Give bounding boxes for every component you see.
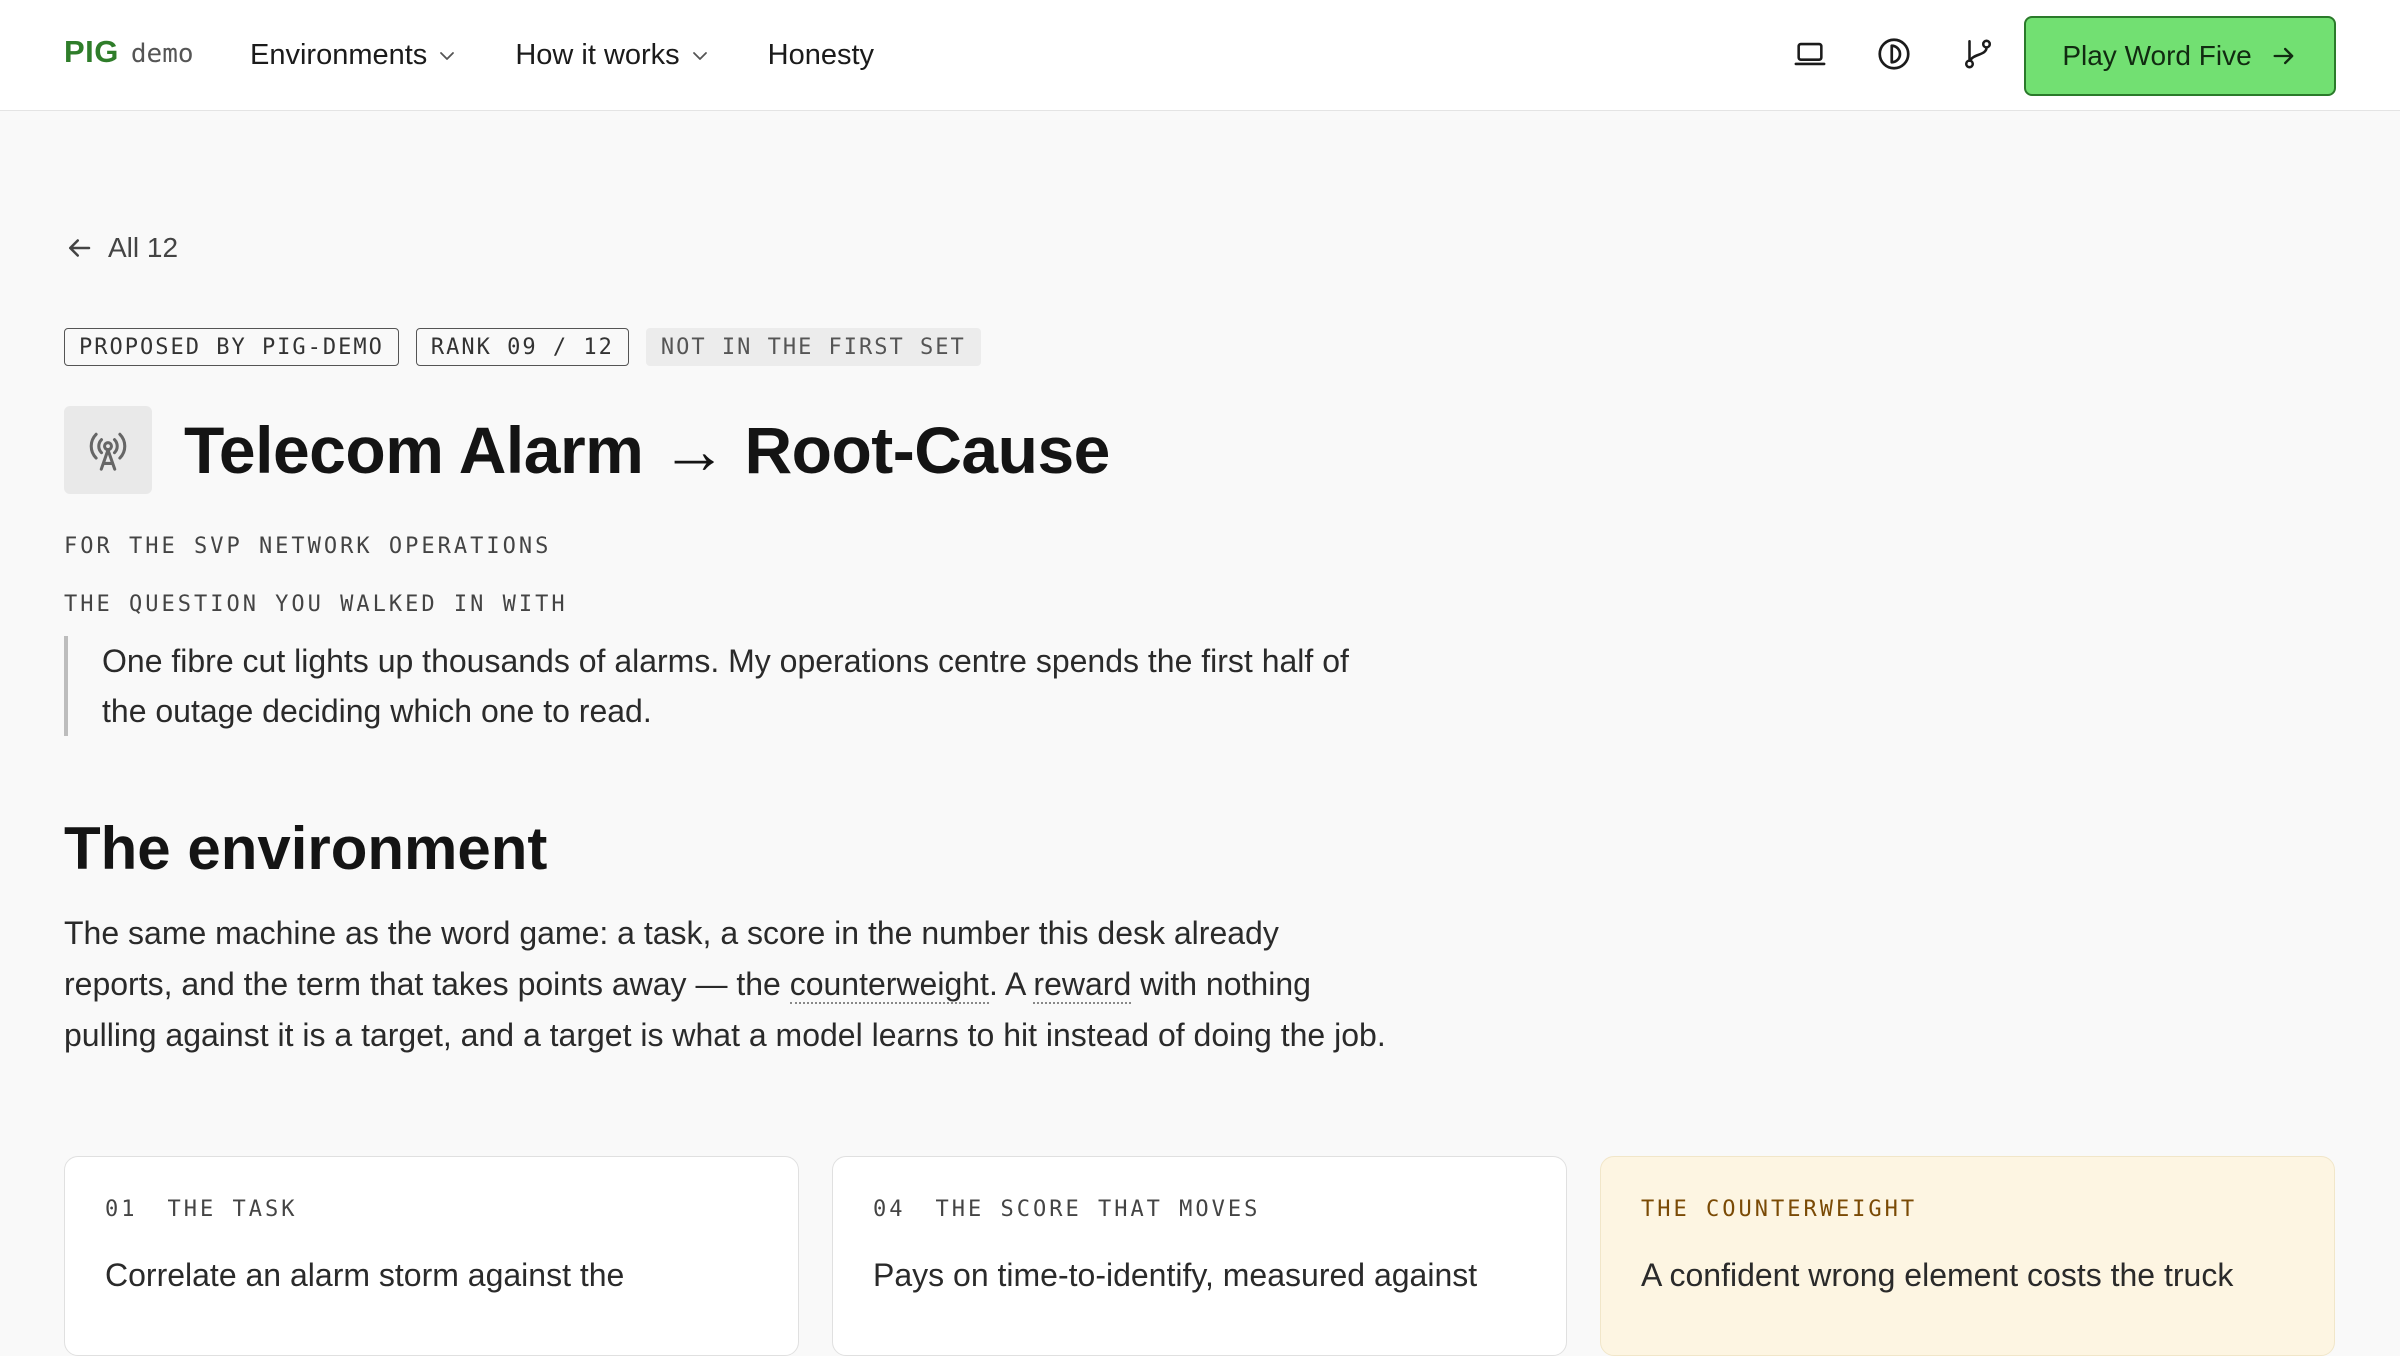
card-label: THE SCORE THAT MOVES [935,1197,1261,1222]
term-reward[interactable]: reward [1033,966,1132,1004]
badge-row: PROPOSED BY PIG-DEMO RANK 09 / 12 NOT IN… [64,328,981,366]
card-text: A confident wrong element costs the truc… [1641,1257,2234,1293]
question-quote: One fibre cut lights up thousands of ala… [64,636,1384,736]
nav-environments[interactable]: Environments [250,39,457,72]
laptop-icon[interactable] [1790,34,1830,74]
card-header: 04 THE SCORE THAT MOVES [873,1197,1526,1222]
term-counterweight[interactable]: counterweight [789,966,989,1004]
page-title: Telecom Alarm → Root-Cause [184,413,1110,487]
card-header: THE COUNTERWEIGHT [1641,1197,2294,1222]
badge-proposed-by: PROPOSED BY PIG-DEMO [64,328,399,366]
play-word-five-button[interactable]: Play Word Five [2024,16,2336,96]
card-score: 04 THE SCORE THAT MOVES Pays on time-to-… [832,1156,1567,1356]
nav-how-it-works[interactable]: How it works [515,39,709,72]
back-link-label: All 12 [108,232,179,263]
card-header: 01 THE TASK [105,1197,758,1222]
brand-logo[interactable]: PIG demo [64,34,194,70]
card-number: 01 [105,1197,138,1222]
card-label: THE TASK [167,1197,298,1222]
play-button-label: Play Word Five [2062,40,2252,71]
nav-honesty-label: Honesty [767,39,875,71]
chevron-down-icon [440,51,455,60]
brand-name: PIG [64,34,119,69]
back-link[interactable]: All 12 [64,232,178,264]
environment-description: The same machine as the word game: a tas… [64,908,1394,1061]
audience-label: FOR THE SVP NETWORK OPERATIONS [64,534,552,559]
nav-environments-label: Environments [250,39,428,71]
nav-honesty[interactable]: Honesty [768,39,874,72]
badge-not-in-first-set: NOT IN THE FIRST SET [645,328,981,366]
arrow-left-icon [69,239,91,257]
card-task: 01 THE TASK Correlate an alarm storm aga… [64,1156,799,1356]
nav-icon-group [1790,34,1998,74]
chevron-down-icon [692,51,707,60]
card-label: THE COUNTERWEIGHT [1641,1197,1918,1222]
card-text: Pays on time-to-identify, measured again… [873,1257,1478,1293]
card-number: 04 [873,1197,906,1222]
branch-icon[interactable] [1958,34,1998,74]
environment-cards: 01 THE TASK Correlate an alarm storm aga… [64,1156,2335,1356]
arrow-right-icon [2273,47,2293,65]
card-counterweight: THE COUNTERWEIGHT A confident wrong elem… [1600,1156,2335,1356]
broadcast-tower-icon [64,406,152,494]
card-text: Correlate an alarm storm against the [105,1257,625,1293]
title-row: Telecom Alarm → Root-Cause [64,406,1110,494]
environment-heading: The environment [64,815,548,882]
contrast-icon[interactable] [1874,34,1914,74]
nav-links: Environments How it works Honesty [250,0,932,111]
brand-suffix: demo [130,39,194,69]
top-nav: PIG demo Environments How it works Hones… [0,0,2400,111]
nav-how-it-works-label: How it works [515,39,680,71]
question-label: THE QUESTION YOU WALKED IN WITH [64,592,568,617]
environment-text-2: . A [988,966,1034,1002]
badge-rank: RANK 09 / 12 [415,328,629,366]
